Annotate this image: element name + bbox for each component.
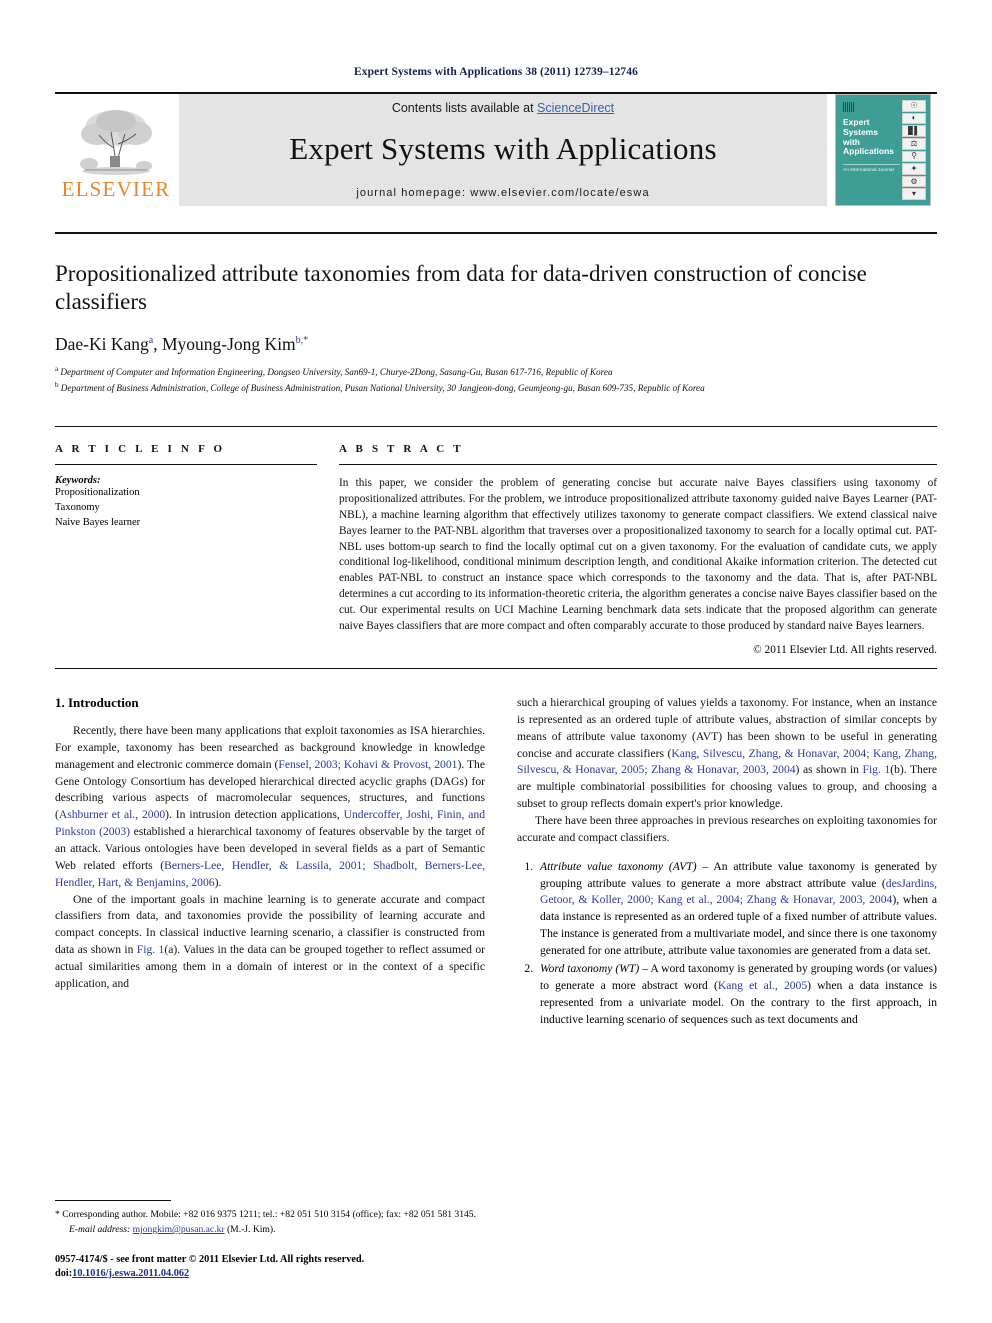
cover-publisher-mark-icon xyxy=(843,102,855,112)
keywords-label: Keywords: xyxy=(55,474,101,486)
body-column-left: 1. Introduction Recently, there have bee… xyxy=(55,695,485,1029)
abstract-column: A B S T R A C T In this paper, we consid… xyxy=(339,443,937,656)
abstract-rule xyxy=(339,463,937,465)
intro-paragraph-3: such a hierarchical grouping of values y… xyxy=(517,696,937,811)
keyword-item: Propositionalization xyxy=(55,486,140,498)
section-heading-introduction: 1. Introduction xyxy=(55,695,139,711)
doi-label: doi: xyxy=(55,1267,73,1279)
issn-block: 0957-4174/$ - see front matter © 2011 El… xyxy=(55,1253,485,1281)
email-link[interactable]: mjongkim@pusan.ac.kr xyxy=(133,1224,225,1235)
cover-icon-strip: ☉ ◐ ▊▌ ⚖ ⚲ ✦ ⚙ ▾ xyxy=(902,100,926,200)
elsevier-tree-icon xyxy=(73,104,159,178)
title-top-rule xyxy=(55,232,937,234)
email-suffix: (M.-J. Kim). xyxy=(226,1223,276,1235)
corresponding-author-note: * Corresponding author. Mobile: +82 016 … xyxy=(55,1209,476,1221)
elsevier-wordmark: ELSEVIER xyxy=(61,177,171,201)
doi-line: doi:10.1016/j.eswa.2011.04.062 xyxy=(55,1267,485,1281)
page-title: Propositionalized attribute taxonomies f… xyxy=(55,261,867,315)
journal-title: Expert Systems with Applications xyxy=(289,131,717,166)
cover-image: Expert Systems with Applications An Inte… xyxy=(835,94,931,206)
abstract-text: In this paper, we consider the problem o… xyxy=(339,476,937,633)
journal-masthead: ELSEVIER Contents lists available at Sci… xyxy=(55,92,937,206)
cover-text-area: Expert Systems with Applications An Inte… xyxy=(840,100,902,200)
affiliation-list: a Department of Computer and Information… xyxy=(55,364,937,396)
abstract-copyright: © 2011 Elsevier Ltd. All rights reserved… xyxy=(753,644,937,657)
list-item: Attribute value taxonomy (AVT) – An attr… xyxy=(536,859,937,960)
list-item: Word taxonomy (WT) – A word taxonomy is … xyxy=(536,961,937,1028)
elsevier-logo: ELSEVIER xyxy=(55,94,177,206)
article-info-column: A R T I C L E I N F O Keywords: Proposit… xyxy=(55,443,317,656)
sciencedirect-link[interactable]: ScienceDirect xyxy=(537,101,614,115)
journal-cover-thumbnail: Expert Systems with Applications An Inte… xyxy=(829,94,937,206)
contents-prefix: Contents lists available at xyxy=(391,101,538,115)
bar-chart-icon: ▊▌ xyxy=(902,125,926,137)
email-note: E-mail address: mjongkim@pusan.ac.kr (M.… xyxy=(55,1223,485,1237)
scales-icon: ⚖ xyxy=(902,137,926,150)
approaches-list: Attribute value taxonomy (AVT) – An attr… xyxy=(517,859,937,1029)
affiliation-text-b: Department of Business Administration, C… xyxy=(60,383,705,394)
contents-available-line: Contents lists available at ScienceDirec… xyxy=(392,101,614,115)
pie-chart-icon: ◐ xyxy=(902,112,926,125)
footnote-block: * Corresponding author. Mobile: +82 016 … xyxy=(55,1200,485,1281)
intro-paragraph-2: One of the important goals in machine le… xyxy=(55,892,486,990)
intro-paragraph-1: Recently, there have been many applicati… xyxy=(55,724,485,889)
intro-paragraph-4: There have been three approaches in prev… xyxy=(517,814,937,844)
keyword-item: Naive Bayes learner xyxy=(55,516,141,528)
affiliation-a: a Department of Computer and Information… xyxy=(55,364,937,380)
affiliation-marker-b: b xyxy=(55,380,59,389)
running-head: Expert Systems with Applications 38 (201… xyxy=(354,66,638,78)
affiliation-text-a: Department of Computer and Information E… xyxy=(60,367,613,378)
paper-page: Expert Systems with Applications 38 (201… xyxy=(0,0,992,1323)
keyword-item: Taxonomy xyxy=(55,501,100,513)
doi-link[interactable]: 10.1016/j.eswa.2011.04.062 xyxy=(72,1268,189,1279)
drill-icon: ▾ xyxy=(902,188,926,200)
affiliation-b: b Department of Business Administration,… xyxy=(55,380,937,396)
cover-subtitle: An International Journal xyxy=(843,164,900,174)
info-abstract-section: A R T I C L E I N F O Keywords: Proposit… xyxy=(55,425,937,656)
journal-homepage[interactable]: journal homepage: www.elsevier.com/locat… xyxy=(356,187,649,199)
email-label: E-mail address: xyxy=(69,1223,131,1235)
satellite-icon: ✦ xyxy=(902,163,926,175)
microscope-icon: ⚲ xyxy=(902,150,926,163)
globe-icon: ☉ xyxy=(902,100,926,112)
abstract-bottom-rule xyxy=(55,668,937,670)
cover-title-line4: Applications xyxy=(843,146,895,157)
issn-line: 0957-4174/$ - see front matter © 2011 El… xyxy=(55,1253,365,1265)
author-list: Dae-Ki Kanga, Myoung-Jong Kimb,* xyxy=(55,334,309,355)
masthead-band: Contents lists available at ScienceDirec… xyxy=(179,94,827,206)
flask-icon: ⚙ xyxy=(902,175,926,188)
article-info-rule xyxy=(55,463,317,465)
footnote-rule xyxy=(55,1200,171,1202)
body-columns: 1. Introduction Recently, there have bee… xyxy=(55,695,937,1029)
abstract-heading: A B S T R A C T xyxy=(339,442,464,455)
affiliation-marker-a: a xyxy=(55,365,59,374)
article-info-heading: A R T I C L E I N F O xyxy=(55,442,226,455)
cover-title: Expert Systems with Applications xyxy=(843,117,900,157)
body-column-right: such a hierarchical grouping of values y… xyxy=(517,695,937,1029)
